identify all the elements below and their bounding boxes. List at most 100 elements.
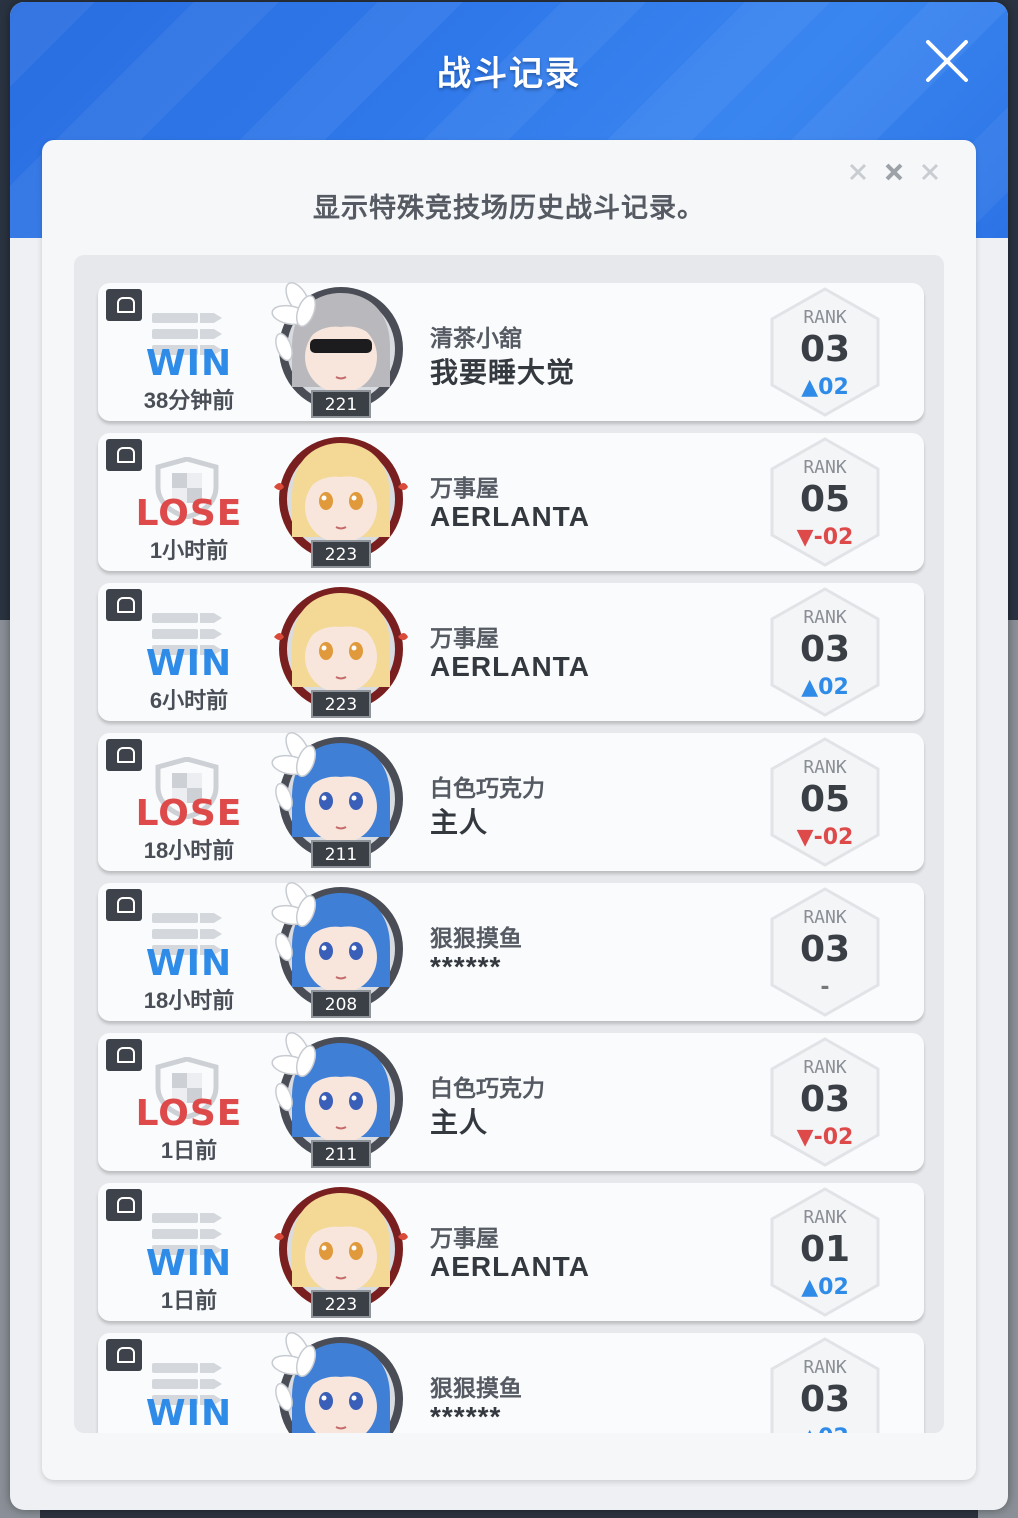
rank-badge: RANK 03 ▲02 [764,583,886,721]
opponent-avatar[interactable]: 223 [268,427,414,573]
opponent-name: ****** [430,1401,502,1432]
rank-badge: RANK 05 ▼-02 [764,733,886,871]
result-label: WIN [145,343,233,384]
rank-change: ▼-02 [796,1125,854,1150]
battle-record-row[interactable]: LOSE 18小时前 211 白色巧克力 主人 RANK 05 ▼-02 [98,732,924,871]
result-label: LOSE [135,793,243,834]
record-card: 显示特殊竞技场历史战斗记录。 WIN 38分钟前 221 清茶小舘 我要睡大觉 [42,140,976,1480]
time-ago: 1日前 [160,1138,218,1163]
opponent-name: 主人 [430,807,489,838]
replay-tag-icon[interactable] [106,1039,142,1071]
rank-number: 03 [799,1079,851,1120]
dialog-subtitle: 显示特殊竞技场历史战斗记录。 [313,193,705,223]
replay-tag-icon[interactable] [106,289,142,321]
rank-label: RANK [803,757,847,778]
opponent-guild: 万事屋 [430,1225,499,1251]
opponent-avatar[interactable] [268,1327,414,1433]
rank-number: 03 [799,1379,851,1420]
opponent-guild: 狠狠摸鱼 [430,925,522,951]
replay-tag-icon[interactable] [106,589,142,621]
result-label: LOSE [135,493,243,534]
rank-change: ▼-02 [796,525,854,550]
result-label: WIN [145,1393,233,1433]
replay-tag-icon[interactable] [106,1339,142,1371]
opponent-avatar[interactable]: 223 [268,1177,414,1323]
close-button[interactable] [922,36,972,86]
rank-change: - [820,975,830,1000]
player-level: 221 [325,395,357,415]
deco-x-icon [921,163,939,181]
rank-label: RANK [803,1057,847,1078]
rank-label: RANK [803,607,847,628]
rank-label: RANK [803,1207,847,1228]
player-level: 211 [325,845,357,865]
rank-label: RANK [803,457,847,478]
battle-record-row[interactable]: WIN 18小时前 208 狠狠摸鱼 ****** RANK 03 - [98,882,924,1021]
opponent-name: 我要睡大觉 [430,357,576,388]
rank-badge: RANK 05 ▼-02 [764,433,886,571]
replay-tag-icon[interactable] [106,439,142,471]
opponent-guild: 白色巧克力 [430,775,545,801]
opponent-name: AERLANTA [430,651,590,682]
rank-change: ▼-02 [796,825,854,850]
battle-record-row[interactable]: WIN 6小时前 223 万事屋 AERLANTA RANK 03 ▲02 [98,583,924,721]
rank-badge: RANK 03 ▼-02 [764,1033,886,1171]
rank-number: 03 [799,329,851,370]
opponent-guild: 白色巧克力 [430,1075,545,1101]
record-list: WIN 38分钟前 221 清茶小舘 我要睡大觉 RANK 03 ▲02 LOS… [74,255,944,1433]
opponent-avatar[interactable]: 211 [268,727,414,873]
result-label: WIN [145,643,233,684]
battle-record-row[interactable]: LOSE 1小时前 223 万事屋 AERLANTA RANK 05 ▼-02 [98,433,924,571]
result-label: WIN [145,943,233,984]
opponent-name: 主人 [430,1107,489,1138]
time-ago: 1小时前 [149,538,229,563]
battle-record-row[interactable]: WIN 狠狠摸鱼 ****** RANK 03 ▲02 [98,1332,924,1433]
player-level-badge: 208 [311,990,371,1018]
player-level-badge: 221 [311,390,371,418]
rank-number: 05 [799,779,851,820]
player-level-badge: 211 [311,840,371,868]
opponent-guild: 万事屋 [430,475,499,501]
opponent-avatar[interactable]: 211 [268,1027,414,1173]
opponent-avatar[interactable]: 221 [268,277,414,423]
battle-record-row[interactable]: WIN 1日前 223 万事屋 AERLANTA RANK 01 ▲02 [98,1183,924,1321]
rank-change: ▲02 [764,1425,886,1433]
deco-x-icon [849,163,867,181]
rank-number: 01 [799,1229,851,1270]
opponent-avatar[interactable]: 208 [268,877,414,1023]
opponent-avatar[interactable]: 223 [268,577,414,723]
player-level: 208 [325,995,357,1015]
time-ago: 6小时前 [149,688,229,713]
opponent-guild: 狠狠摸鱼 [430,1375,522,1401]
player-level: 211 [325,1145,357,1165]
replay-tag-icon[interactable] [106,1189,142,1221]
battle-record-row[interactable]: LOSE 1日前 211 白色巧克力 主人 RANK 03 ▼-02 [98,1032,924,1171]
time-ago: 18小时前 [143,988,235,1013]
opponent-guild: 万事屋 [430,625,499,651]
close-icon [926,40,968,82]
deco-x-icon [885,163,903,181]
dialog-title: 战斗记录 [437,55,581,93]
battle-record-row[interactable]: WIN 38分钟前 221 清茶小舘 我要睡大觉 RANK 03 ▲02 [98,282,924,421]
time-ago: 1日前 [160,1288,218,1313]
player-level-badge: 223 [311,690,371,718]
rank-label: RANK [803,907,847,928]
result-label: WIN [145,1243,233,1284]
rank-label: RANK [803,307,847,328]
player-level-badge: 211 [311,1140,371,1168]
rank-badge: RANK 03 - [764,883,886,1021]
rank-change: ▲02 [801,1275,849,1300]
record-list-frame[interactable]: WIN 38分钟前 221 清茶小舘 我要睡大觉 RANK 03 ▲02 LOS… [74,255,944,1433]
rank-badge: RANK 03 ▲02 [764,1333,886,1433]
rank-badge: RANK 01 ▲02 [764,1183,886,1321]
opponent-name: AERLANTA [430,501,590,532]
player-level-badge: 223 [311,540,371,568]
rank-change: ▲02 [801,675,849,700]
rank-number: 05 [799,479,851,520]
rank-badge: RANK 03 ▲02 [764,283,886,421]
rank-number: 03 [799,929,851,970]
replay-tag-icon[interactable] [106,739,142,771]
opponent-name: AERLANTA [430,1251,590,1282]
replay-tag-icon[interactable] [106,889,142,921]
player-level: 223 [325,1295,357,1315]
